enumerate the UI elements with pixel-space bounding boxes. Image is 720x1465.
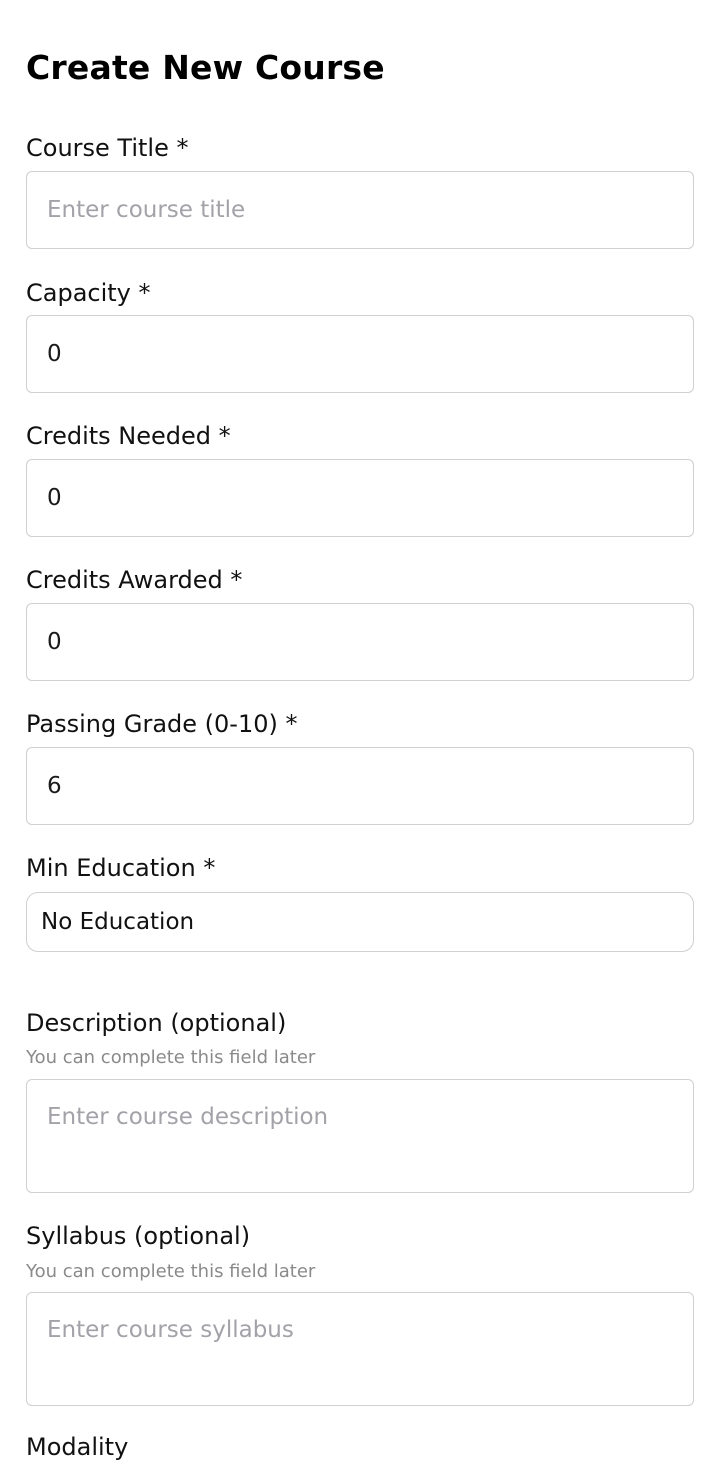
credits-awarded-input[interactable] (26, 603, 694, 681)
credits-needed-input[interactable] (26, 459, 694, 537)
syllabus-hint: You can complete this field later (26, 1261, 316, 1282)
description-hint: You can complete this field later (26, 1047, 316, 1068)
min-education-label: Min Education * (26, 854, 216, 882)
syllabus-textarea[interactable] (26, 1292, 694, 1406)
description-label: Description (optional) (26, 1009, 287, 1037)
course-title-input[interactable] (26, 171, 694, 249)
capacity-label: Capacity * (26, 279, 151, 307)
min-education-selected-value: No Education (41, 909, 195, 935)
description-textarea[interactable] (26, 1079, 694, 1193)
passing-grade-input[interactable] (26, 747, 694, 825)
passing-grade-label: Passing Grade (0-10) * (26, 710, 298, 738)
min-education-select[interactable]: No Education (26, 892, 694, 952)
syllabus-label: Syllabus (optional) (26, 1222, 251, 1250)
credits-needed-label: Credits Needed * (26, 422, 231, 450)
modality-label: Modality (26, 1433, 129, 1461)
capacity-input[interactable] (26, 315, 694, 393)
page-title: Create New Course (26, 48, 385, 87)
course-title-label: Course Title * (26, 134, 189, 162)
credits-awarded-label: Credits Awarded * (26, 566, 243, 594)
